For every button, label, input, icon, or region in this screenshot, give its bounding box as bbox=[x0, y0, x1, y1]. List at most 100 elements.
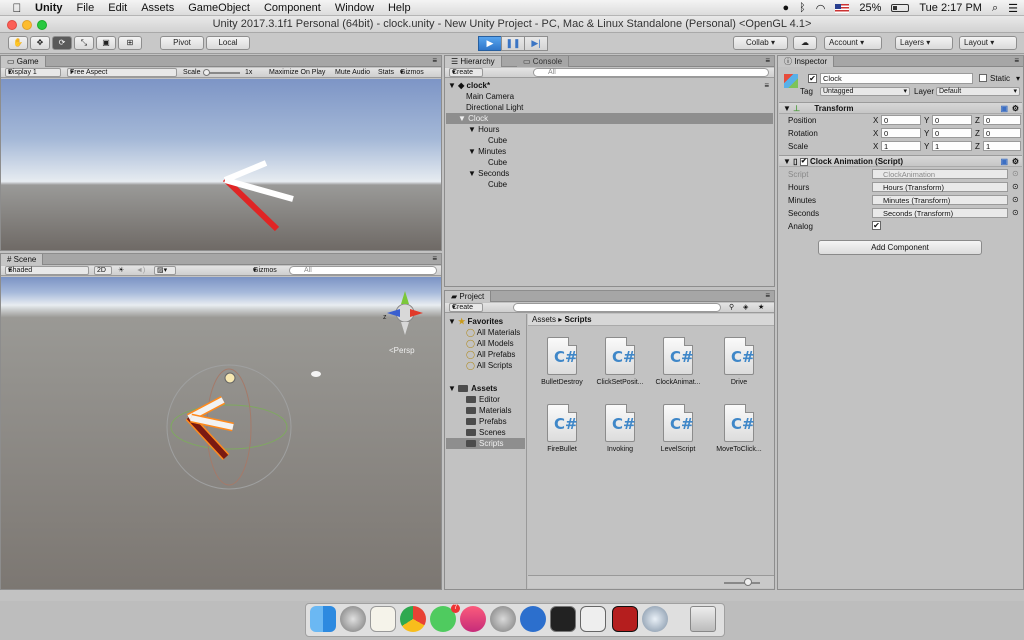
favorites-row[interactable]: ▼ ★ Favorites bbox=[446, 316, 525, 327]
scale-slider-handle[interactable] bbox=[203, 69, 210, 76]
minimize-window-button[interactable] bbox=[22, 20, 32, 30]
add-component-button[interactable]: Add Component bbox=[818, 240, 982, 255]
2d-toggle[interactable]: 2D bbox=[94, 266, 112, 275]
gizmos-dropdown[interactable]: Gizmos ▾ bbox=[400, 68, 424, 78]
icon-size-slider-handle[interactable] bbox=[744, 578, 752, 586]
object-picker-icon[interactable]: ⊙ bbox=[1012, 182, 1019, 191]
creative-cloud-icon[interactable]: ● bbox=[782, 2, 789, 14]
scene-orientation-gizmo-icon[interactable] bbox=[387, 291, 423, 335]
panel-menu-icon[interactable]: ≡ bbox=[432, 254, 437, 263]
layout-dropdown[interactable]: Layout ▾ bbox=[959, 36, 1017, 50]
tab-hierarchy[interactable]: ☰ Hierarchy bbox=[445, 56, 502, 67]
assets-root-row[interactable]: ▼ Assets bbox=[446, 383, 525, 394]
close-window-button[interactable] bbox=[7, 20, 17, 30]
tab-project[interactable]: ▰ Project bbox=[445, 291, 492, 302]
icon-size-slider[interactable] bbox=[724, 582, 760, 584]
directional-light-icon[interactable] bbox=[224, 372, 236, 384]
battery-icon[interactable] bbox=[891, 4, 910, 12]
search-by-label-icon[interactable]: ◈ bbox=[743, 303, 748, 313]
hierarchy-item-cube[interactable]: Cube bbox=[446, 179, 773, 190]
scene-root-row[interactable]: ▼ ◆ clock* ≡ bbox=[446, 80, 773, 91]
apple-menu-icon[interactable]:  bbox=[6, 1, 28, 15]
notes-icon[interactable] bbox=[370, 606, 396, 632]
script-component-header[interactable]: ▼ ▯ ✔ Clock Animation (Script) ▣ ⚙ bbox=[779, 155, 1022, 167]
help-book-icon[interactable]: ▣ bbox=[1000, 103, 1008, 114]
camera-icon[interactable] bbox=[311, 371, 321, 377]
cloud-icon[interactable]: ☁ bbox=[793, 36, 817, 50]
search-icon[interactable]: ⌕ bbox=[992, 2, 998, 15]
script-asset[interactable]: C# MoveToClick... bbox=[710, 404, 768, 453]
scene-gizmos-dropdown[interactable]: Gizmos ▾ bbox=[253, 266, 277, 276]
settings-gear-icon[interactable]: ⚙ bbox=[1012, 103, 1019, 114]
hierarchy-item-seconds[interactable]: ▼ Seconds bbox=[446, 168, 773, 179]
breadcrumb-scripts[interactable]: Scripts bbox=[564, 315, 591, 324]
hours-object-field[interactable]: Hours (Transform) bbox=[872, 182, 1008, 192]
play-button[interactable]: ▶ bbox=[478, 36, 502, 51]
collab-dropdown[interactable]: Collab ▾ bbox=[733, 36, 788, 50]
folder-item[interactable]: Materials bbox=[446, 405, 525, 416]
game-viewport[interactable] bbox=[1, 79, 441, 250]
trash-icon[interactable] bbox=[690, 606, 716, 632]
mute-audio-toggle[interactable]: Mute Audio bbox=[335, 68, 370, 78]
pivot-toggle[interactable]: Pivot bbox=[160, 36, 204, 50]
lighting-icon[interactable]: ☀ bbox=[118, 266, 124, 276]
aspect-dropdown[interactable]: Free Aspect ▾ bbox=[67, 68, 177, 77]
menu-list-icon[interactable]: ☰ bbox=[1008, 2, 1018, 15]
flag-icon[interactable] bbox=[835, 3, 850, 13]
rotation-y-field[interactable]: 0 bbox=[932, 128, 972, 138]
hierarchy-search-input[interactable]: All bbox=[533, 68, 769, 77]
unity-app-icon[interactable] bbox=[580, 606, 606, 632]
script-asset[interactable]: C# FireBullet bbox=[533, 404, 591, 453]
effects-dropdown[interactable]: ▨▾ bbox=[154, 266, 176, 275]
position-z-field[interactable]: 0 bbox=[983, 115, 1021, 125]
layers-dropdown[interactable]: Layers ▾ bbox=[895, 36, 953, 50]
folder-item-selected[interactable]: Scripts bbox=[446, 438, 525, 449]
finder-icon[interactable] bbox=[310, 606, 336, 632]
script-asset[interactable]: C# Drive bbox=[710, 337, 768, 386]
system-preferences-icon[interactable] bbox=[490, 606, 516, 632]
transform-header[interactable]: ▼ ⊥ Transform ▣ ⚙ bbox=[779, 102, 1022, 114]
remote-desktop-icon[interactable] bbox=[642, 606, 668, 632]
hierarchy-item-cube[interactable]: Cube bbox=[446, 135, 773, 146]
tab-inspector[interactable]: ⓘ Inspector bbox=[778, 56, 835, 67]
audio-icon[interactable]: ◄) bbox=[136, 266, 145, 276]
static-checkbox[interactable] bbox=[979, 74, 987, 82]
folder-item[interactable]: Editor bbox=[446, 394, 525, 405]
tab-game[interactable]: ▭ Game bbox=[1, 56, 46, 67]
favorite-item[interactable]: ◯ All Scripts bbox=[446, 360, 525, 371]
script-enabled-checkbox[interactable]: ✔ bbox=[799, 157, 808, 166]
help-book-icon[interactable]: ▣ bbox=[1000, 156, 1008, 167]
quicktime-icon[interactable] bbox=[520, 606, 546, 632]
rect-tool-icon[interactable]: ▣ bbox=[96, 36, 116, 50]
menu-help[interactable]: Help bbox=[381, 2, 418, 14]
rotation-x-field[interactable]: 0 bbox=[881, 128, 921, 138]
hierarchy-item-clock[interactable]: ▼ Clock bbox=[446, 113, 773, 124]
hand-tool-icon[interactable]: ✋ bbox=[8, 36, 28, 50]
display-dropdown[interactable]: Display 1 ▾ bbox=[5, 68, 61, 77]
scale-tool-icon[interactable]: ⤡ bbox=[74, 36, 94, 50]
scene-menu-icon[interactable]: ≡ bbox=[764, 80, 769, 91]
breadcrumb-assets[interactable]: Assets bbox=[532, 315, 556, 324]
rotate-tool-icon[interactable]: ⟳ bbox=[52, 36, 72, 50]
acrobat-icon[interactable] bbox=[612, 606, 638, 632]
scale-x-field[interactable]: 1 bbox=[881, 141, 921, 151]
static-dropdown-icon[interactable]: ▾ bbox=[1016, 74, 1020, 83]
favorite-star-icon[interactable]: ★ bbox=[758, 303, 764, 313]
hierarchy-item-cube[interactable]: Cube bbox=[446, 157, 773, 168]
project-search-input[interactable] bbox=[513, 303, 721, 312]
tag-dropdown[interactable]: Untagged ▾ bbox=[820, 87, 910, 96]
active-checkbox[interactable]: ✔ bbox=[808, 74, 817, 83]
object-picker-icon[interactable]: ⊙ bbox=[1012, 195, 1019, 204]
shading-dropdown[interactable]: Shaded ▾ bbox=[5, 266, 89, 275]
local-toggle[interactable]: Local bbox=[206, 36, 250, 50]
object-name-field[interactable]: Clock bbox=[820, 73, 973, 84]
favorite-item[interactable]: ◯ All Prefabs bbox=[446, 349, 525, 360]
hierarchy-item-main-camera[interactable]: Main Camera bbox=[446, 91, 773, 102]
folder-item[interactable]: Prefabs bbox=[446, 416, 525, 427]
bluetooth-icon[interactable]: ᛒ bbox=[799, 2, 806, 14]
menu-window[interactable]: Window bbox=[328, 2, 381, 14]
step-button[interactable]: ▶| bbox=[524, 36, 548, 51]
script-asset[interactable]: C# LevelScript bbox=[649, 404, 707, 453]
scale-y-field[interactable]: 1 bbox=[932, 141, 972, 151]
panel-menu-icon[interactable]: ≡ bbox=[1014, 56, 1019, 65]
